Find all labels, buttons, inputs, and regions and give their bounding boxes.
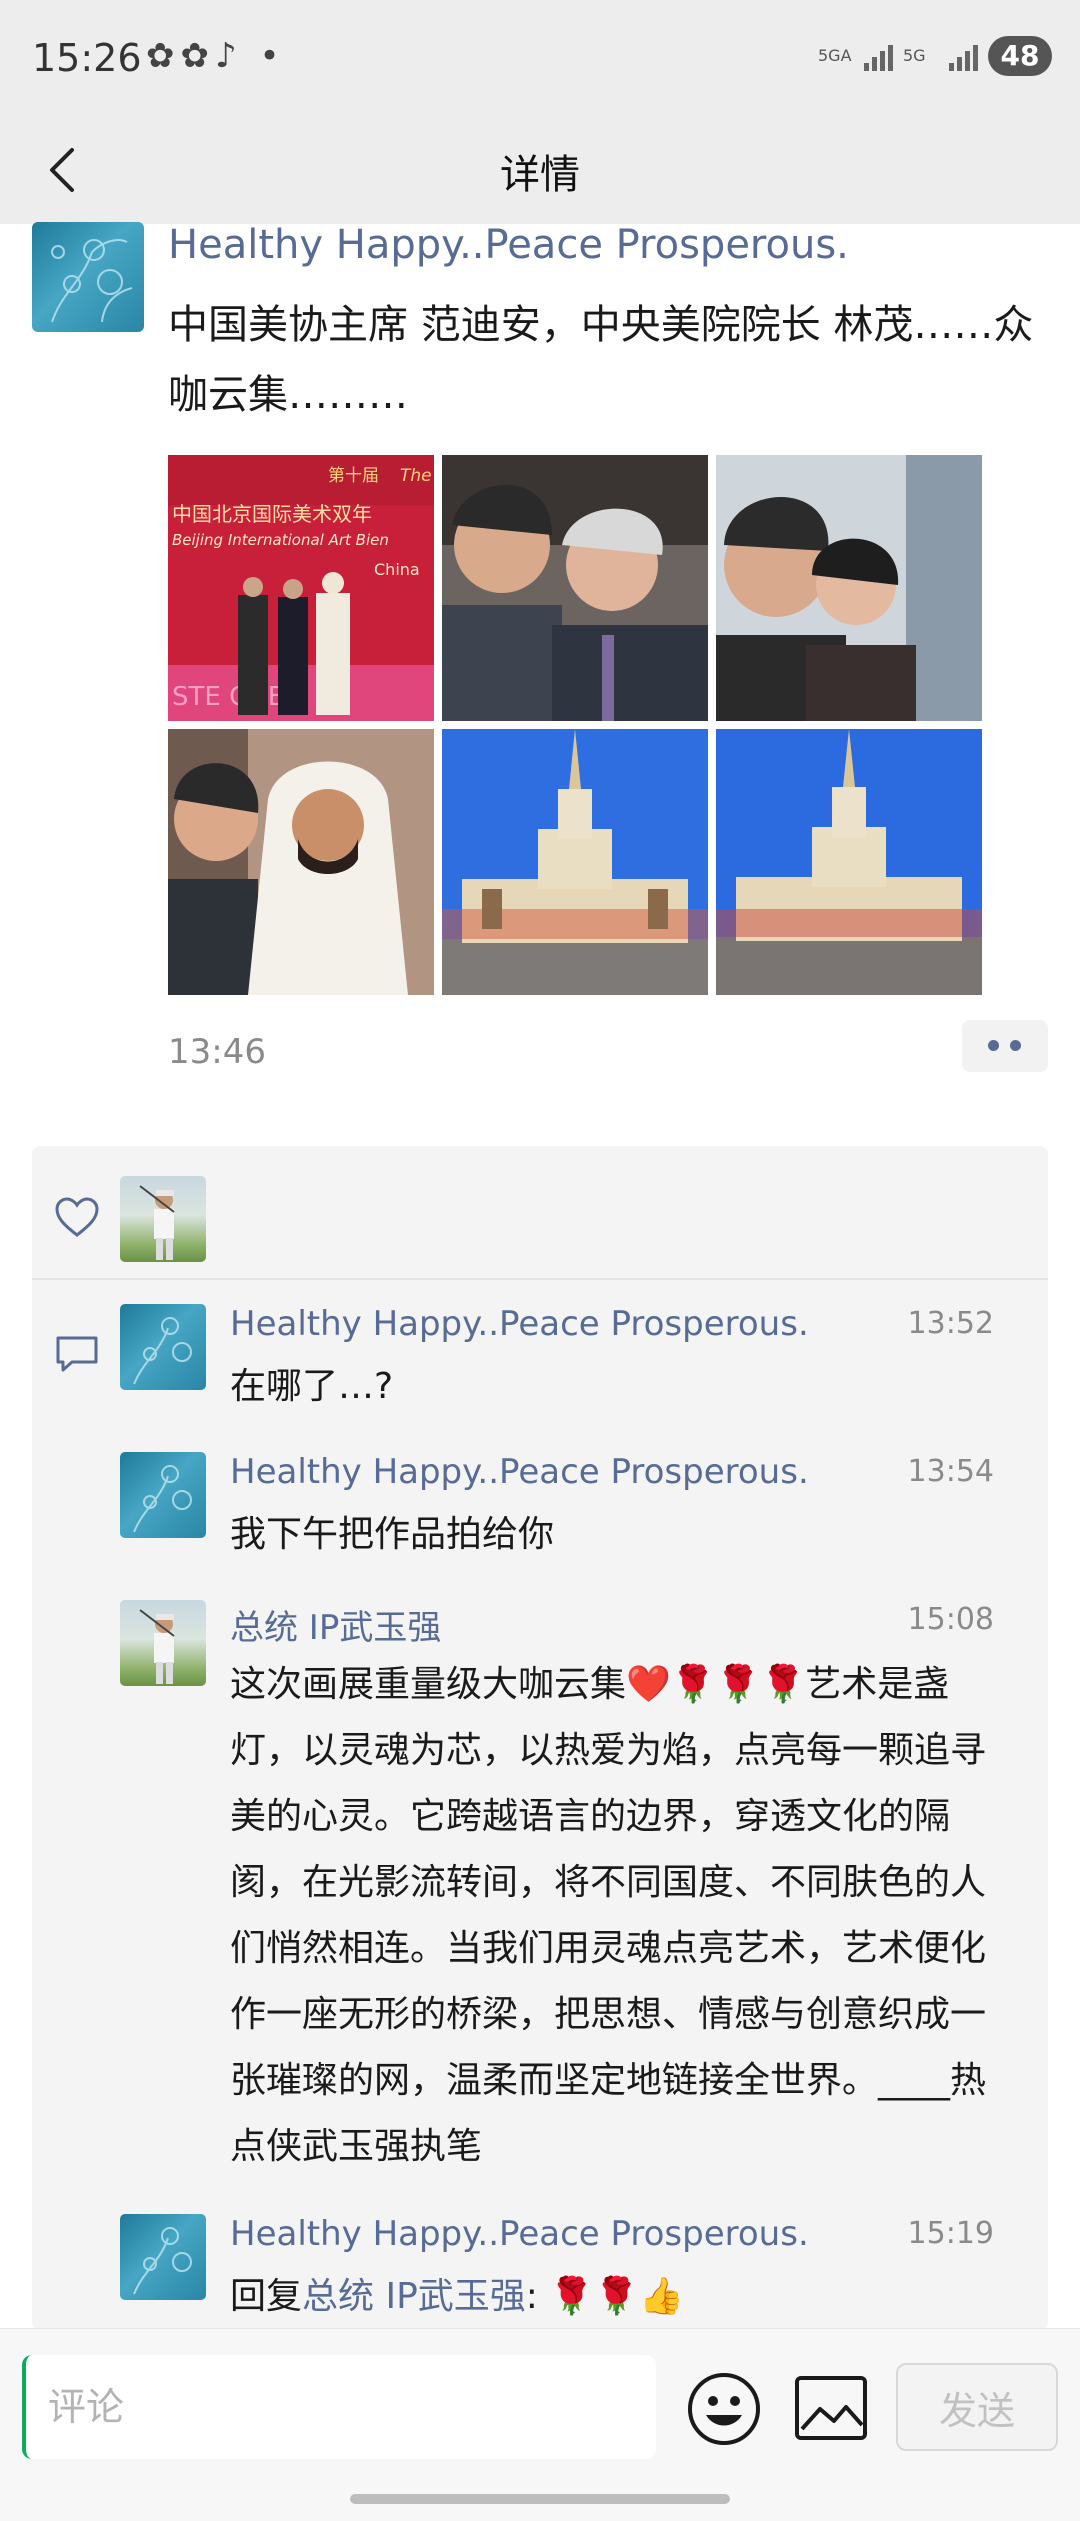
commenter-avatar[interactable] (120, 1452, 206, 1538)
signal-5ga-label: 5GA (818, 46, 852, 65)
signal-5g-label: 5G (903, 46, 926, 65)
post-text: 中国美协主席 范迪安，中央美院院长 林茂……众咖云集……… (168, 302, 1034, 418)
post-author-avatar[interactable] (32, 222, 144, 332)
liker-avatar[interactable] (120, 1176, 206, 1262)
banner-line1: 第十届 (328, 466, 379, 486)
comment-text[interactable]: 我下午把作品拍给你 (230, 1502, 1010, 1568)
photo-5[interactable] (442, 729, 708, 995)
comment-text[interactable]: 在哪了…? (230, 1354, 1010, 1420)
signal-icon-2 (949, 41, 978, 71)
more-options-button[interactable] (962, 1020, 1048, 1072)
banner-line2: 中国北京国际美术双年 (172, 502, 372, 526)
heart-icon (55, 1197, 99, 1237)
comment-author[interactable]: Healthy Happy..Peace Prosperous. (230, 1452, 809, 1492)
banner-line3: Beijing International Art Bien (172, 531, 389, 549)
comment-input[interactable] (22, 2355, 656, 2459)
page-title: 详情 (500, 152, 580, 198)
comment-author[interactable]: Healthy Happy..Peace Prosperous. (230, 2214, 809, 2254)
comment-time: 13:54 (907, 1454, 994, 1489)
photo-6[interactable] (716, 729, 982, 995)
photo-1[interactable]: 第十届 The 中国北京国际美术双年 Beijing International… (168, 455, 434, 721)
banner-line1b: The (400, 466, 432, 486)
dot-icon (988, 1040, 999, 1051)
comment-text[interactable]: 这次画展重量级大咖云集❤️🌹🌹🌹艺术是盏灯，以灵魂为芯，以热爱为焰，点亮每一颗追… (230, 1652, 1010, 2180)
comment-icon (56, 1336, 98, 1372)
reply-to-name[interactable]: 总统 IP武玉强 (302, 2276, 526, 2317)
comment-input-bar: 发送 (0, 2328, 1080, 2521)
post-timestamp: 13:46 (168, 1032, 266, 1072)
image-icon[interactable] (794, 2375, 868, 2441)
photo-4[interactable] (168, 729, 434, 995)
photo-2[interactable] (442, 455, 708, 721)
notification-icons: ✿✿♪ • (146, 36, 286, 76)
status-right: 5GA 5G 48 (818, 36, 1052, 76)
home-indicator[interactable] (350, 2494, 730, 2504)
comment-time: 13:52 (907, 1306, 994, 1341)
comment-text[interactable]: 回复总统 IP武玉强: 🌹🌹👍 (230, 2264, 1010, 2330)
status-bar: 15:26 ✿✿♪ • 5GA 5G 48 (0, 0, 1080, 120)
commenter-avatar[interactable] (120, 2214, 206, 2300)
divider (32, 1278, 1048, 1280)
reply-text: 🌹🌹👍 (549, 2276, 684, 2317)
reply-prefix: 回复 (230, 2276, 303, 2317)
send-button[interactable]: 发送 (896, 2363, 1058, 2451)
comment-time: 15:08 (907, 1602, 994, 1637)
battery-icon: 48 (988, 36, 1052, 76)
comment-author[interactable]: 总统 IP武玉强 (230, 1600, 441, 1649)
commenter-avatar[interactable] (120, 1304, 206, 1390)
post-author-name[interactable]: Healthy Happy..Peace Prosperous. (168, 222, 849, 268)
nav-bar: 详情 (0, 120, 1080, 224)
emoji-icon[interactable] (686, 2371, 762, 2447)
status-time: 15:26 (32, 36, 142, 80)
commenter-avatar[interactable] (120, 1600, 206, 1686)
photo-3[interactable] (716, 455, 982, 721)
dot-icon (1010, 1040, 1021, 1051)
comment-time: 15:19 (907, 2216, 994, 2251)
banner-line4: China (374, 560, 420, 579)
signal-icon (864, 41, 893, 71)
reply-separator: : (525, 2276, 550, 2317)
comment-author[interactable]: Healthy Happy..Peace Prosperous. (230, 1304, 809, 1344)
